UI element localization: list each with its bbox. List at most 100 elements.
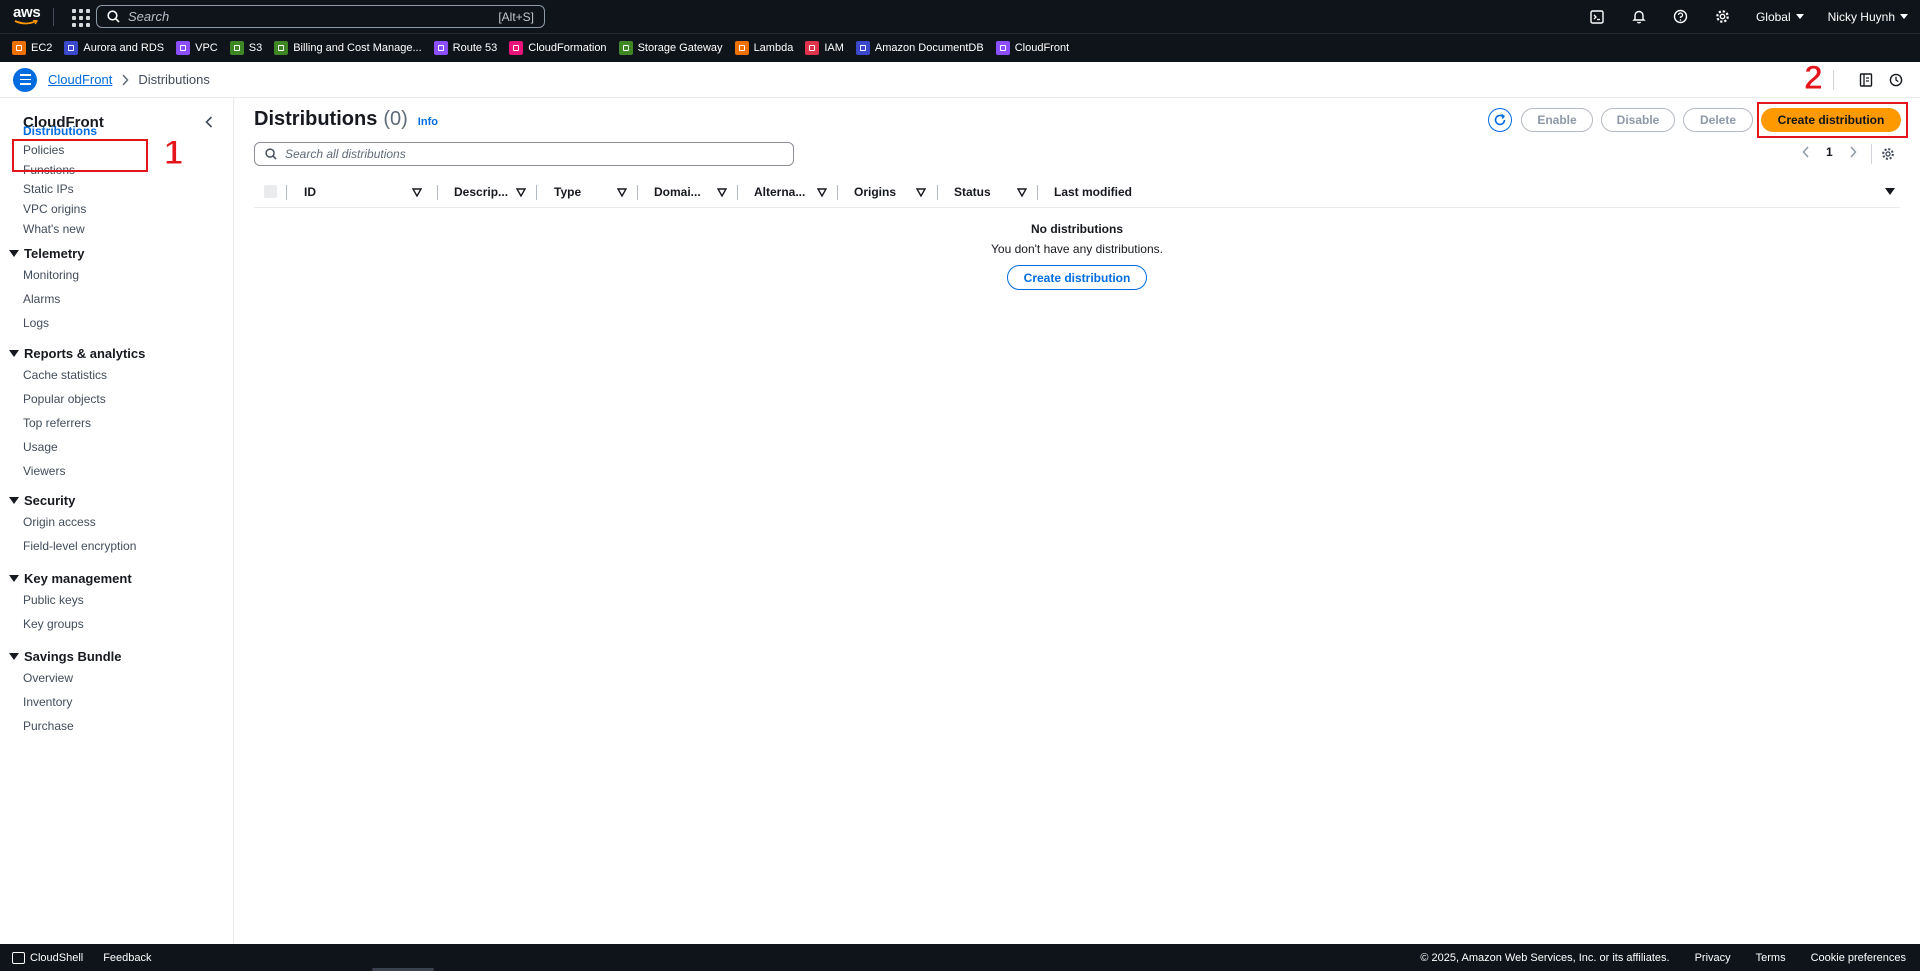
gear-icon[interactable] (1713, 7, 1733, 27)
sidebar-item-overview[interactable]: Overview (23, 671, 73, 685)
column-divider[interactable] (437, 185, 438, 200)
sort-icon[interactable] (1017, 180, 1027, 204)
info-panel-icon[interactable] (1856, 70, 1876, 90)
sidebar-item-inventory[interactable]: Inventory (23, 695, 72, 709)
sidebar-item-purchase[interactable]: Purchase (23, 719, 74, 733)
sidebar-item-field-level-encryption[interactable]: Field-level encryption (23, 539, 136, 553)
services-menu-icon[interactable] (70, 7, 90, 27)
column-header-status[interactable]: Status (954, 180, 991, 204)
disable-button[interactable]: Disable (1601, 108, 1675, 132)
terms-link[interactable]: Terms (1756, 952, 1786, 964)
column-divider[interactable] (937, 185, 938, 200)
column-divider[interactable] (286, 185, 287, 200)
feedback-link[interactable]: Feedback (103, 952, 151, 964)
column-header-descrip[interactable]: Descrip... (454, 180, 508, 204)
create-distribution-button[interactable]: Create distribution (1761, 108, 1901, 132)
column-divider[interactable] (637, 185, 638, 200)
empty-create-distribution-button[interactable]: Create distribution (1007, 265, 1147, 290)
enable-button[interactable]: Enable (1521, 108, 1593, 132)
sidebar-item-origin-access[interactable]: Origin access (23, 515, 96, 529)
bell-icon[interactable] (1629, 7, 1649, 27)
sidebar-item-monitoring[interactable]: Monitoring (23, 268, 79, 282)
sidebar-item-vpc-origins[interactable]: VPC origins (23, 202, 86, 216)
favorite-label: Lambda (753, 42, 794, 54)
sidebar-item-public-keys[interactable]: Public keys (23, 593, 84, 607)
region-selector[interactable]: Global (1756, 10, 1804, 24)
sidebar-item-top-referrers[interactable]: Top referrers (23, 416, 91, 430)
sidebar-item-popular-objects[interactable]: Popular objects (23, 392, 106, 406)
column-header-type[interactable]: Type (554, 180, 581, 204)
refresh-button[interactable] (1488, 108, 1512, 132)
column-divider[interactable] (1037, 185, 1038, 200)
sidebar-item-key-groups[interactable]: Key groups (23, 617, 84, 631)
chevron-down-icon[interactable] (1885, 188, 1895, 195)
column-header-last-modified[interactable]: Last modified (1054, 180, 1132, 204)
favorite-label: EC2 (31, 42, 53, 54)
favorite-route-53[interactable]: Route 53 (433, 41, 497, 55)
sidebar-section-reports-analytics[interactable]: Reports & analytics (9, 346, 145, 361)
sidebar-item-usage[interactable]: Usage (23, 440, 58, 454)
sidebar-item-what-s-new[interactable]: What's new (23, 222, 85, 236)
account-menu[interactable]: Nicky Huynh (1828, 10, 1908, 24)
sidebar-section-telemetry[interactable]: Telemetry (9, 246, 84, 261)
sidebar-section-key-management[interactable]: Key management (9, 571, 132, 586)
clock-icon[interactable] (1886, 70, 1906, 90)
collapse-nav-icon[interactable] (200, 113, 218, 131)
column-header-origins[interactable]: Origins (854, 180, 896, 204)
favorite-aurora-and-rds[interactable]: Aurora and RDS (64, 41, 164, 55)
sidebar-item-logs[interactable]: Logs (23, 316, 49, 330)
column-header-domai[interactable]: Domai... (654, 180, 701, 204)
sidebar-section-security[interactable]: Security (9, 493, 75, 508)
table-preferences-gear-icon[interactable] (1879, 145, 1897, 163)
sort-icon[interactable] (516, 180, 526, 204)
current-page[interactable]: 1 (1826, 145, 1833, 159)
sort-icon[interactable] (412, 180, 422, 204)
aws-logo[interactable]: aws (13, 5, 41, 28)
global-search[interactable]: [Alt+S] (96, 5, 545, 28)
sidebar-item-distributions[interactable]: Distributions (23, 124, 97, 138)
favorite-lambda[interactable]: Lambda (734, 41, 794, 55)
hamburger-menu-icon[interactable] (13, 67, 37, 92)
help-icon[interactable] (1671, 7, 1691, 27)
next-page-icon[interactable] (1847, 145, 1859, 159)
favorite-label: Aurora and RDS (83, 42, 165, 54)
favorite-storage-gateway[interactable]: Storage Gateway (618, 41, 723, 55)
cloudshell-button[interactable]: CloudShell (12, 951, 83, 964)
global-search-input[interactable] (128, 9, 499, 24)
favorite-s3[interactable]: S3 (229, 41, 262, 55)
select-all-checkbox[interactable] (264, 185, 277, 198)
column-divider[interactable] (536, 185, 537, 200)
sort-icon[interactable] (617, 180, 627, 204)
favorite-vpc[interactable]: VPC (176, 41, 218, 55)
distributions-search-input[interactable] (285, 147, 793, 161)
favorite-cloudfront[interactable]: CloudFront (995, 41, 1069, 55)
aws-smile-icon (14, 19, 38, 24)
breadcrumb-cloudfront[interactable]: CloudFront (48, 72, 112, 87)
sort-icon[interactable] (817, 180, 827, 204)
column-divider[interactable] (737, 185, 738, 200)
sidebar-section-label: Security (24, 493, 76, 508)
sidebar-item-viewers[interactable]: Viewers (23, 464, 65, 478)
favorite-amazon-documentdb[interactable]: Amazon DocumentDB (855, 41, 984, 55)
privacy-link[interactable]: Privacy (1695, 952, 1731, 964)
sidebar-item-alarms[interactable]: Alarms (23, 292, 60, 306)
column-header-id[interactable]: ID (304, 180, 316, 204)
column-divider[interactable] (837, 185, 838, 200)
favorite-iam[interactable]: IAM (805, 41, 844, 55)
distributions-search[interactable] (254, 142, 794, 166)
favorite-label: CloudFormation (528, 42, 607, 54)
delete-button[interactable]: Delete (1683, 108, 1753, 132)
sort-icon[interactable] (717, 180, 727, 204)
sort-icon[interactable] (916, 180, 926, 204)
sidebar-item-cache-statistics[interactable]: Cache statistics (23, 368, 107, 382)
favorite-cloudformation[interactable]: CloudFormation (509, 41, 607, 55)
favorite-billing-and-cost-manage[interactable]: Billing and Cost Manage... (274, 41, 422, 55)
cookie-preferences-link[interactable]: Cookie preferences (1811, 952, 1906, 964)
sidebar-section-savings-bundle[interactable]: Savings Bundle (9, 649, 122, 664)
column-header-alterna[interactable]: Alterna... (754, 180, 805, 204)
cloudshell-icon[interactable] (1587, 7, 1607, 27)
favorite-ec2[interactable]: EC2 (12, 41, 52, 55)
previous-page-icon[interactable] (1800, 145, 1812, 159)
sidebar-item-static-ips[interactable]: Static IPs (23, 182, 74, 196)
info-link[interactable]: Info (418, 116, 438, 128)
